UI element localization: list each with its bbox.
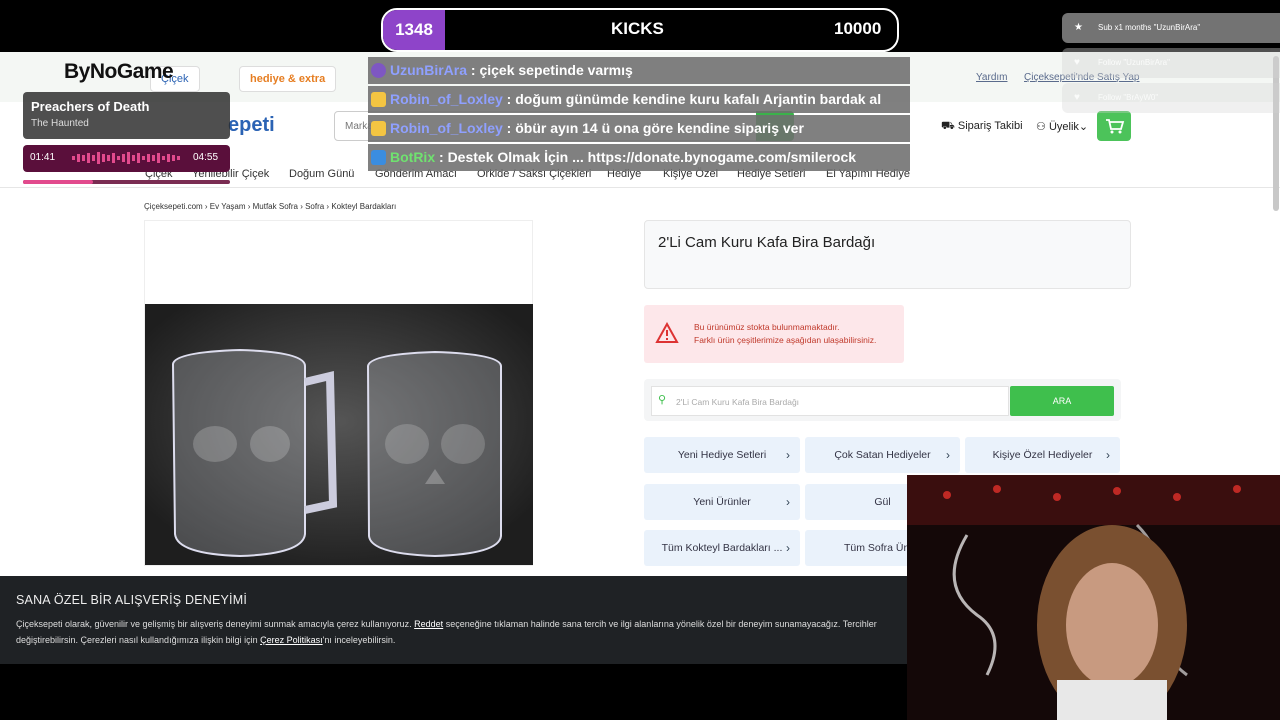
product-image[interactable] — [145, 304, 533, 565]
chip-hediye-extra[interactable]: hediye & extra — [239, 66, 337, 92]
alert-feed-item: ♥ Follow "UzunBirAra" — [1062, 48, 1280, 78]
warning-icon — [655, 322, 679, 343]
chevron-right-icon: › — [786, 541, 790, 555]
cat-cok-satan[interactable]: Çok Satan Hediyeler › — [805, 437, 960, 473]
chat-message: BotRix : Destek Olmak İçin ... https://d… — [368, 144, 910, 171]
similar-search-button[interactable]: ARA — [1010, 386, 1114, 416]
chevron-right-icon: › — [786, 448, 790, 462]
chat-message: UzunBirAra : çiçek sepetinde varmış — [368, 57, 910, 84]
chat-message: Robin_of_Loxley : doğum günümde kendine … — [368, 86, 910, 113]
bynogame-logo: ByNoGame — [64, 60, 174, 83]
reject-link[interactable]: Reddet — [414, 619, 443, 629]
alert-line-1: Bu ürünümüz stokta bulunmamaktadır. — [694, 322, 840, 332]
chevron-right-icon: › — [946, 448, 950, 462]
account-menu[interactable]: ⚇ Üyelik⌄ — [1036, 120, 1088, 133]
alert-line-2: Farklı ürün çeşitlerimize aşağıdan ulaşa… — [694, 335, 877, 345]
cookie-title: SANA ÖZEL BİR ALIŞVERİŞ DENEYİMİ — [16, 593, 248, 607]
stream-frame: Çiçek hediye & extra Yardım Çiçeksepeti'… — [0, 0, 1280, 720]
heart-icon: ♥ — [1074, 57, 1080, 68]
song-artist: The Haunted — [31, 118, 89, 129]
user-icon: ⚇ — [1036, 121, 1046, 133]
product-title: 2'Li Cam Kuru Kafa Bira Bardağı — [658, 234, 876, 251]
waveform-icon — [72, 152, 180, 164]
alert-feed-item: ★ Sub x1 months "UzunBirAra" — [1062, 13, 1280, 43]
cat-kokteyl-bardaklari[interactable]: Tüm Kokteyl Bardakları ... › — [644, 530, 800, 566]
star-icon: ★ — [1074, 22, 1083, 33]
kicks-label: KICKS — [611, 19, 664, 38]
breadcrumb[interactable]: Çiçeksepeti.com › Ev Yaşam › Mutfak Sofr… — [144, 202, 396, 211]
chat-badge-icon — [371, 150, 386, 165]
cat-yeni-urunler[interactable]: Yeni Ürünler › — [644, 484, 800, 520]
chat-badge-icon — [371, 63, 386, 78]
chevron-right-icon: › — [786, 495, 790, 509]
chat-badge-icon — [371, 92, 386, 107]
webcam-feed — [907, 475, 1280, 720]
alert-feed-item: ♥ Follow "BrAyW0" — [1062, 83, 1280, 113]
time-elapsed: 01:41 — [30, 152, 56, 163]
cookie-text-2: değiştirebilirsin. Çerezleri nasıl kulla… — [16, 635, 396, 645]
similar-search-input[interactable]: ⚲ 2'Li Cam Kuru Kafa Bira Bardağı — [651, 386, 1009, 416]
chevron-right-icon: › — [1106, 448, 1110, 462]
time-total: 04:55 — [193, 152, 219, 163]
kicks-count: 1348 — [383, 10, 445, 50]
heart-icon: ♥ — [1074, 92, 1080, 103]
song-progress-fill — [23, 180, 93, 184]
truck-icon: ⛟ — [941, 120, 955, 132]
song-title: Preachers of Death — [31, 99, 150, 114]
product-title-box — [644, 220, 1131, 289]
site-logo[interactable]: epeti — [228, 114, 275, 137]
chat-badge-icon — [371, 121, 386, 136]
chevron-down-icon: ⌄ — [1078, 121, 1089, 133]
cat-yeni-hediye-setleri[interactable]: Yeni Hediye Setleri › — [644, 437, 800, 473]
nav-dogum-gunu[interactable]: Doğum Günü — [289, 168, 354, 180]
chat-message: Robin_of_Loxley : öbür ayın 14 ü ona gör… — [368, 115, 910, 142]
search-icon: ⚲ — [658, 394, 667, 406]
out-of-stock-alert — [644, 305, 904, 363]
cookie-text-1: Çiçeksepeti olarak, güvenilir ve gelişmi… — [16, 619, 877, 629]
help-link[interactable]: Yardım — [976, 72, 1008, 83]
cart-icon — [1106, 119, 1125, 134]
kicks-goal: 10000 — [834, 19, 882, 38]
cat-kisiye-ozel[interactable]: Kişiye Özel Hediyeler › — [965, 437, 1120, 473]
cart-button[interactable] — [1097, 111, 1131, 141]
order-tracking-link[interactable]: ⛟ Sipariş Takibi — [941, 120, 1023, 134]
page-scrollbar[interactable] — [1273, 56, 1279, 211]
cookie-policy-link[interactable]: Çerez Politikası — [260, 635, 323, 645]
